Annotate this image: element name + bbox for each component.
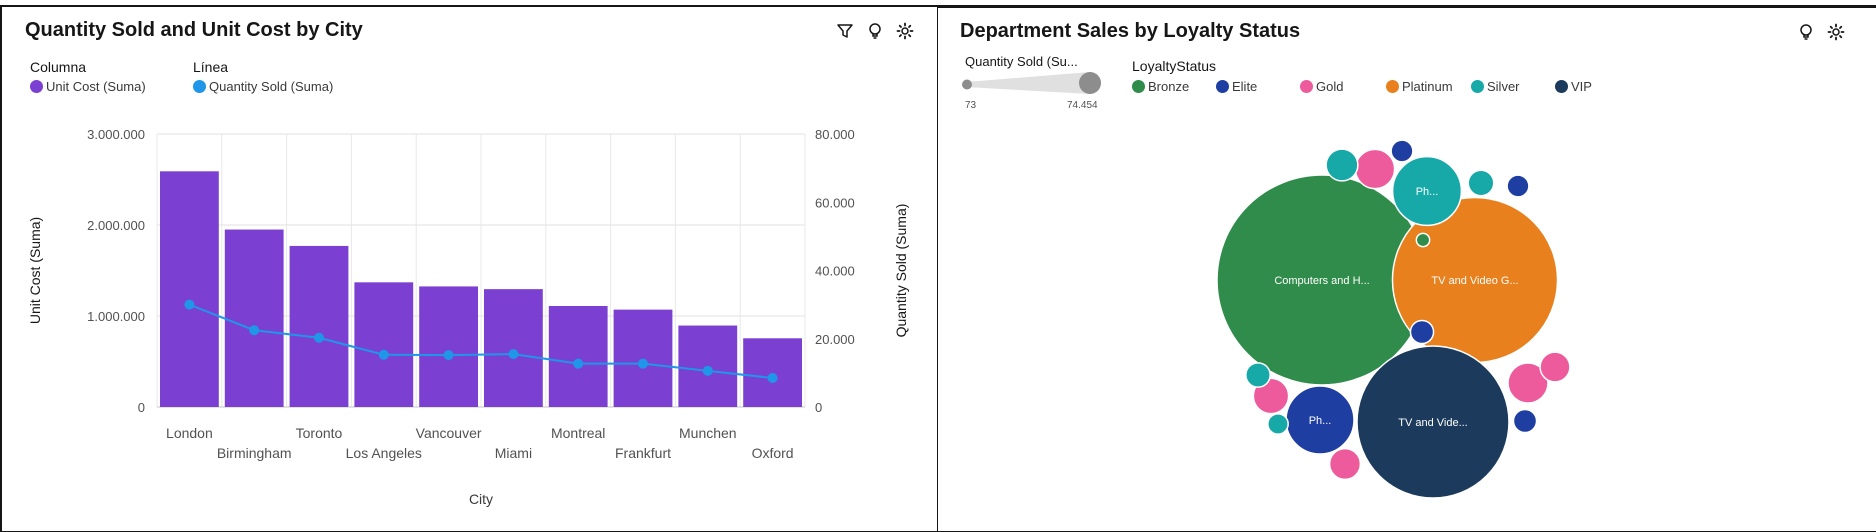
line-point: [767, 372, 778, 383]
bubble: [1467, 169, 1495, 197]
y-tick-label: 1.000.000: [87, 309, 145, 324]
y2-tick-label: 0: [815, 400, 822, 415]
bubble: [1354, 148, 1396, 190]
x-tick-label: Vancouver: [416, 425, 482, 441]
line-point: [638, 358, 648, 369]
bubble: [1328, 447, 1362, 481]
bubble-label: Ph...: [1309, 415, 1332, 427]
bubble: [1409, 319, 1435, 345]
bubble-chart-panel: Department Sales by Loyalty Status Quant…: [938, 6, 1876, 532]
bar: [224, 229, 284, 407]
line-point: [508, 349, 519, 360]
bar: [160, 171, 219, 407]
y2-tick-label: 40.000: [815, 264, 855, 279]
bubble: [1506, 174, 1530, 198]
bubble: [1390, 139, 1414, 163]
line-point: [573, 358, 584, 369]
line-point: [378, 349, 389, 360]
y2-tick-label: 60.000: [815, 195, 855, 210]
line-point: [184, 299, 195, 310]
bar: [484, 289, 543, 407]
line-point: [314, 332, 324, 343]
bar: [743, 338, 802, 407]
x-tick-label: Birmingham: [217, 445, 292, 461]
x-axis-title: City: [469, 491, 493, 507]
x-tick-label: Frankfurt: [615, 445, 671, 461]
bar: [354, 282, 414, 407]
bubble: [1325, 148, 1359, 182]
bubble: [1512, 408, 1538, 434]
bubble: [1415, 232, 1431, 248]
bubble: [1267, 413, 1289, 435]
combo-chart: 0 1.000.000 2.000.000 3.000.000 0 20.000 40.00…: [27, 127, 909, 507]
bar: [419, 286, 478, 407]
y2-tick-label: 20.000: [815, 332, 855, 347]
x-tick-label: Munchen: [679, 425, 737, 441]
bar: [548, 305, 608, 407]
y-tick-label: 2.000.000: [87, 218, 145, 233]
y-tick-label: 3.000.000: [87, 127, 145, 142]
line-point: [702, 365, 713, 376]
line-point: [249, 325, 260, 336]
bubble-label: TV and Video G...: [1431, 275, 1518, 287]
bubble: [1539, 351, 1571, 383]
combo-chart-panel: Quantity Sold and Unit Cost by City Colu…: [0, 6, 939, 532]
y-axis-title: Unit Cost (Suma): [27, 217, 43, 324]
y2-tick-label: 80.000: [815, 127, 855, 142]
line-point: [443, 350, 454, 361]
bar: [613, 309, 673, 407]
bubble-label: Ph...: [1416, 186, 1439, 198]
x-tick-label: Oxford: [752, 445, 794, 461]
x-tick-label: London: [166, 425, 213, 441]
x-tick-label: Los Angeles: [346, 445, 422, 461]
x-tick-label: Montreal: [551, 425, 605, 441]
x-tick-label: Miami: [495, 445, 532, 461]
bubble-label: Computers and H...: [1274, 275, 1369, 287]
bubble-chart: Computers and H... TV and Video G... TV an…: [1216, 139, 1571, 499]
y-tick-label: 0: [138, 400, 145, 415]
bar: [289, 245, 349, 407]
y2-axis-title: Quantity Sold (Suma): [893, 204, 909, 338]
x-tick-label: Toronto: [296, 425, 343, 441]
bubble-label: TV and Vide...: [1398, 417, 1468, 429]
bubble: [1245, 362, 1271, 388]
